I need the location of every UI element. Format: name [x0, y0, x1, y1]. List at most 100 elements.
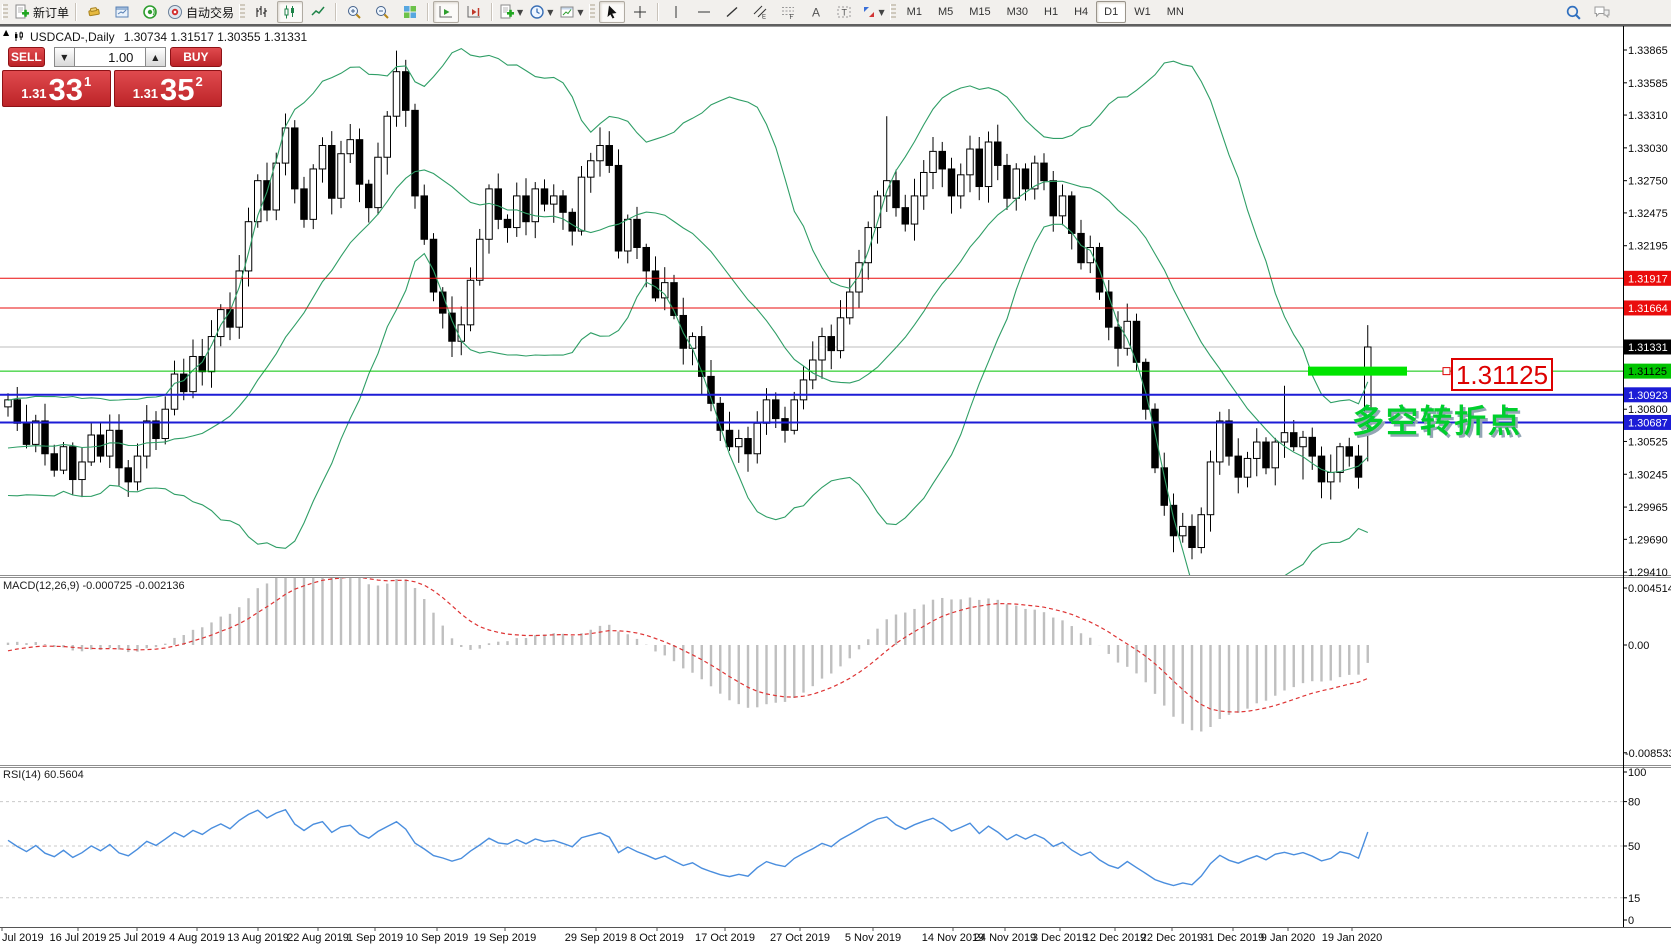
- signals-button[interactable]: [137, 1, 163, 23]
- search-button[interactable]: [1561, 1, 1587, 23]
- candle: [162, 409, 169, 438]
- candle: [23, 423, 30, 444]
- tab-w1[interactable]: W1: [1126, 1, 1159, 23]
- line-chart-button[interactable]: [305, 1, 331, 23]
- candle: [79, 462, 86, 480]
- tile-windows-button[interactable]: [397, 1, 423, 23]
- highlight-bar[interactable]: [1308, 367, 1407, 376]
- candle: [884, 181, 891, 196]
- new-order-label: 新订单: [33, 4, 69, 21]
- trendline-icon: [724, 4, 740, 20]
- tab-m15[interactable]: M15: [961, 1, 998, 23]
- tile-windows-icon: [402, 4, 418, 20]
- periods-button[interactable]: ▼: [527, 1, 555, 23]
- buy-price-display[interactable]: 1.31352: [114, 70, 223, 107]
- candle: [504, 219, 511, 227]
- candle: [560, 196, 567, 212]
- candle: [1180, 526, 1187, 535]
- chart-shift-icon: [466, 4, 482, 20]
- sell-button[interactable]: SELL: [8, 47, 45, 67]
- indicators-button[interactable]: ▼: [497, 1, 525, 23]
- equidistant-channel-button[interactable]: E: [747, 1, 773, 23]
- candle: [14, 400, 21, 423]
- candle: [1050, 181, 1057, 216]
- price-axis[interactable]: 1.338651.335851.333101.330301.327501.324…: [1623, 45, 1671, 927]
- candle: [384, 116, 391, 157]
- zoom-in-icon: [346, 4, 362, 20]
- crosshair-button[interactable]: [627, 1, 653, 23]
- chat-button[interactable]: [1589, 1, 1615, 23]
- tab-mn[interactable]: MN: [1159, 1, 1192, 23]
- volume-input[interactable]: 1.00: [75, 47, 145, 67]
- tab-h1[interactable]: H1: [1036, 1, 1066, 23]
- templates-button[interactable]: ▼: [557, 1, 585, 23]
- candle: [449, 313, 456, 341]
- chart-shift-button[interactable]: [461, 1, 487, 23]
- trade-panel-toggle[interactable]: ▲: [3, 29, 9, 37]
- candle: [902, 208, 909, 224]
- volume-decrease-button[interactable]: ▼: [54, 47, 75, 67]
- data-window-button[interactable]: [109, 1, 135, 23]
- candle: [5, 400, 12, 407]
- date-axis[interactable]: Jul 201916 Jul 201925 Jul 20194 Aug 2019…: [2, 928, 1382, 944]
- text-label-button[interactable]: T: [831, 1, 857, 23]
- horizontal-line-button[interactable]: [691, 1, 717, 23]
- dropdown-caret-icon: ▼: [517, 8, 523, 17]
- new-order-button[interactable]: 新订单: [12, 1, 71, 23]
- text-a-icon: A: [808, 4, 824, 20]
- candle: [218, 310, 225, 337]
- vertical-line-button[interactable]: [663, 1, 689, 23]
- toolbar-separator: [657, 3, 659, 21]
- sell-price-display[interactable]: 1.31331: [2, 70, 111, 107]
- fibonacci-button[interactable]: F: [775, 1, 801, 23]
- price-line-label: 1.30687: [1628, 417, 1668, 429]
- candle: [578, 177, 585, 231]
- tab-m5[interactable]: M5: [930, 1, 961, 23]
- zoom-out-button[interactable]: [369, 1, 395, 23]
- volume-increase-button[interactable]: ▲: [145, 47, 166, 67]
- tab-d1[interactable]: D1: [1096, 1, 1126, 23]
- buy-button[interactable]: BUY: [170, 47, 222, 67]
- chart-canvas[interactable]: 1.31125多空转折点多空转折点1.338651.335851.333101.…: [0, 26, 1671, 946]
- trendline-button[interactable]: [719, 1, 745, 23]
- candle: [1189, 526, 1196, 547]
- turning-point-label[interactable]: 多空转折点: [1352, 403, 1522, 439]
- candle: [847, 292, 854, 318]
- autoscroll-button[interactable]: [433, 1, 459, 23]
- price-tick-label: 1.33865: [1628, 45, 1668, 57]
- autotrading-button[interactable]: 自动交易: [165, 1, 236, 23]
- candle: [171, 374, 178, 409]
- tab-m1[interactable]: M1: [899, 1, 930, 23]
- macd-panel: [8, 569, 1368, 732]
- bar-chart-button[interactable]: [249, 1, 275, 23]
- toolbar: 新订单 自动交易 ▼ ▼: [0, 0, 1671, 26]
- candle: [615, 165, 622, 251]
- candle: [1152, 409, 1159, 468]
- current-price-label: 1.31331: [1628, 342, 1668, 354]
- rsi-tick-label: 50: [1628, 841, 1640, 853]
- arrows-icon: [861, 4, 877, 20]
- candle: [939, 151, 946, 169]
- arrows-button[interactable]: ▼: [859, 1, 887, 23]
- date-label: 3 Dec 2019: [1032, 932, 1088, 944]
- annotation-price-text[interactable]: 1.31125: [1456, 360, 1548, 390]
- autotrading-icon: [167, 4, 183, 20]
- text-button[interactable]: A: [803, 1, 829, 23]
- price-tick-label: 1.32750: [1628, 176, 1668, 188]
- candle: [1328, 473, 1335, 482]
- chart-frame: [0, 26, 1671, 928]
- indicators-icon: [499, 4, 515, 20]
- tab-m30[interactable]: M30: [999, 1, 1036, 23]
- svg-text:A: A: [812, 6, 820, 20]
- annotation-handle[interactable]: [1443, 368, 1450, 375]
- tab-h4[interactable]: H4: [1066, 1, 1096, 23]
- svg-text:F: F: [789, 15, 793, 20]
- date-label: 31 Dec 2019: [1202, 932, 1264, 944]
- market-watch-button[interactable]: [81, 1, 107, 23]
- chart-title: USDCAD-,Daily1.30734 1.31517 1.30355 1.3…: [30, 30, 307, 44]
- zoom-in-button[interactable]: [341, 1, 367, 23]
- candlestick-chart-button[interactable]: [277, 1, 303, 23]
- cursor-button[interactable]: [599, 1, 625, 23]
- candle: [153, 421, 160, 439]
- chat-bubbles-icon: [1593, 4, 1611, 20]
